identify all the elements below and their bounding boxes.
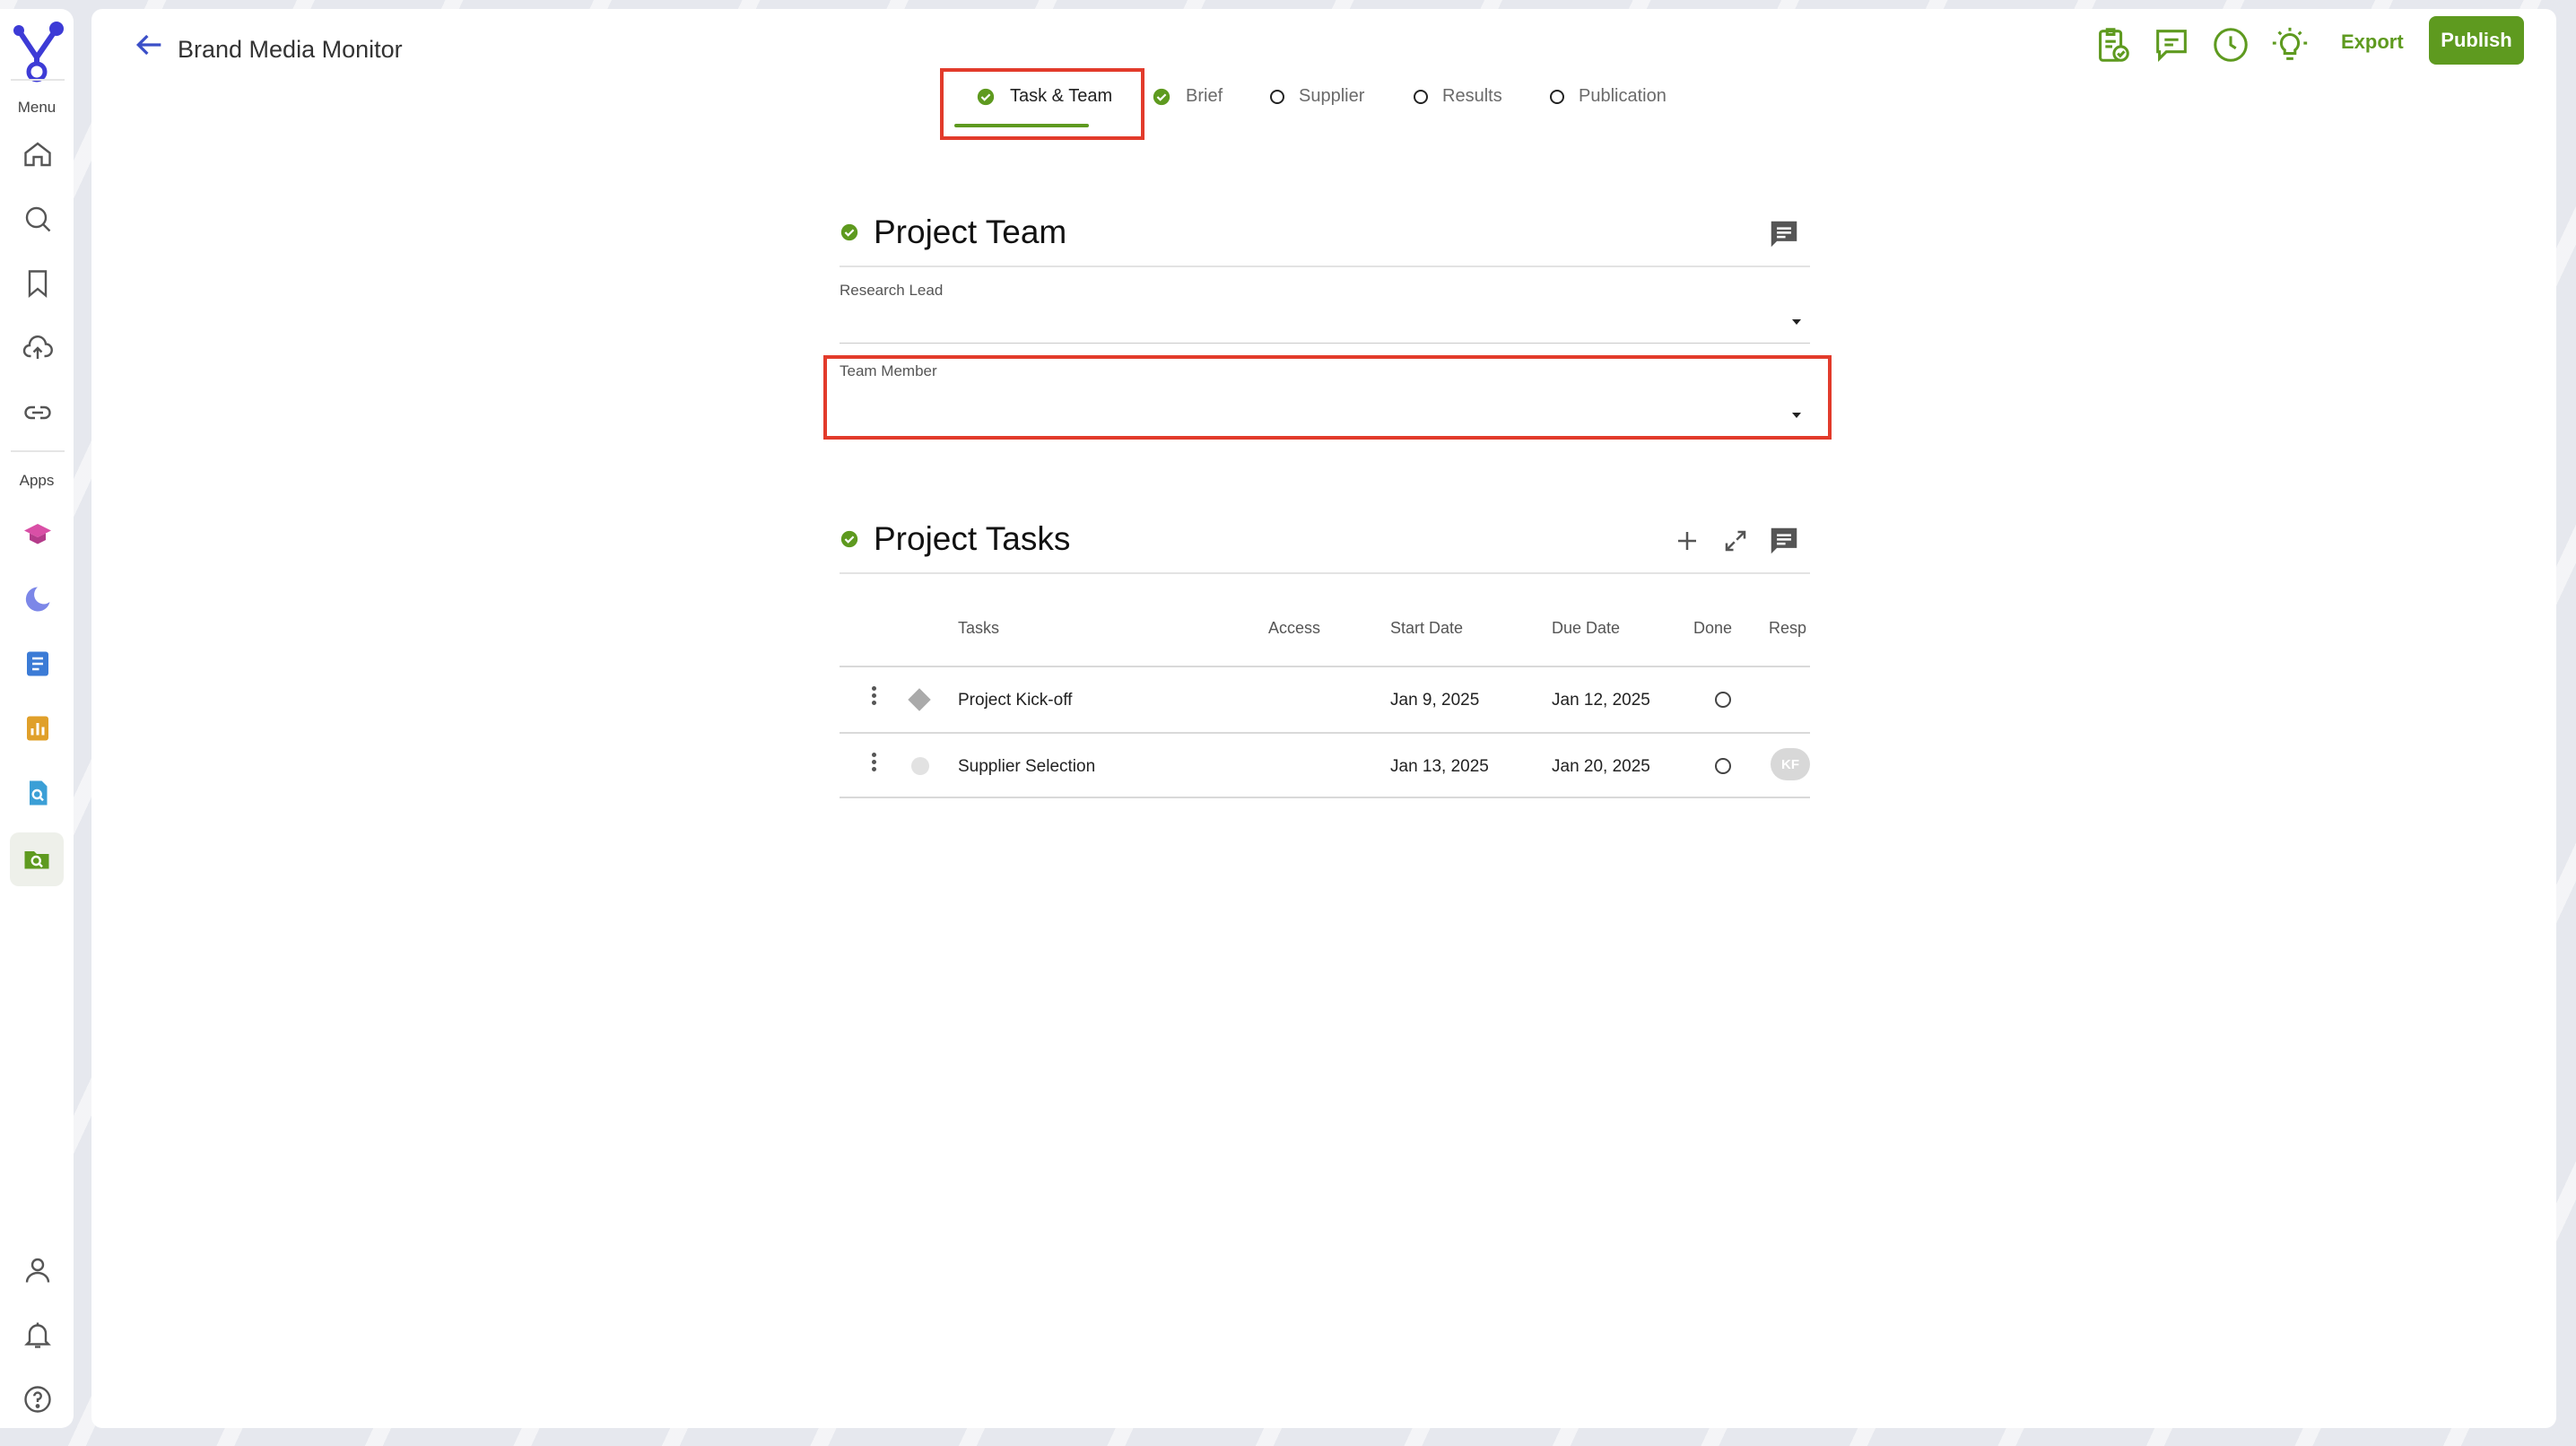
status-dot-icon [911, 757, 929, 775]
empty-circle-icon [1414, 89, 1428, 104]
clipboard-check-icon[interactable] [2092, 24, 2133, 65]
app-logo-icon[interactable] [10, 22, 65, 84]
comment-icon[interactable] [2151, 24, 2192, 65]
menu-label: Menu [17, 99, 57, 116]
chevron-down-icon[interactable] [1792, 319, 1801, 325]
export-button[interactable]: Export [2341, 30, 2404, 54]
document-list-app-icon[interactable] [20, 646, 56, 682]
check-circle-icon [1153, 88, 1171, 105]
tab-label: Supplier [1299, 86, 1365, 106]
publish-button[interactable]: Publish [2429, 16, 2524, 65]
empty-circle-icon [1270, 89, 1284, 104]
check-circle-icon [840, 530, 858, 548]
tab-label: Brief [1186, 86, 1223, 106]
section-title: Project Team [874, 213, 1067, 250]
column-header-access[interactable]: Access [1268, 619, 1320, 638]
apps-label: Apps [19, 472, 55, 489]
task-due-date[interactable]: Jan 20, 2025 [1552, 757, 1650, 777]
folder-search-app-icon[interactable] [10, 832, 64, 886]
graduation-cap-app-icon[interactable] [20, 517, 56, 553]
row-divider [840, 797, 1810, 798]
tab-label: Results [1442, 86, 1502, 106]
done-checkbox[interactable] [1715, 692, 1731, 708]
tab-supplier[interactable]: Supplier [1270, 86, 1364, 107]
file-search-app-icon[interactable] [20, 775, 56, 811]
sidebar-divider [11, 79, 65, 81]
expand-icon[interactable] [1717, 522, 1754, 560]
home-icon[interactable] [20, 136, 56, 172]
done-checkbox[interactable] [1715, 758, 1731, 774]
comment-icon[interactable] [1765, 215, 1803, 253]
back-arrow-icon[interactable] [131, 27, 167, 63]
empty-circle-icon [1550, 89, 1564, 104]
task-name[interactable]: Supplier Selection [958, 757, 1095, 777]
sidebar-divider [11, 450, 65, 452]
main-panel: Brand Media Monitor Export Publish Task … [91, 9, 2556, 1428]
divider [840, 572, 1810, 574]
highlight-team-member [823, 355, 1832, 440]
add-icon[interactable] [1668, 522, 1706, 560]
search-icon[interactable] [20, 201, 56, 237]
milestone-diamond-icon [908, 688, 931, 711]
task-due-date[interactable]: Jan 12, 2025 [1552, 691, 1650, 710]
column-header-tasks[interactable]: Tasks [958, 619, 999, 638]
tab-label: Publication [1579, 86, 1667, 106]
column-header-resp[interactable]: Resp [1769, 619, 1806, 638]
sidebar: Menu Apps [0, 9, 74, 1428]
task-start-date[interactable]: Jan 13, 2025 [1390, 757, 1489, 777]
column-header-due-date[interactable]: Due Date [1552, 619, 1620, 638]
more-vertical-icon[interactable] [872, 750, 877, 774]
tab-results[interactable]: Results [1414, 86, 1502, 107]
avatar-initials: KF [1771, 748, 1810, 780]
research-lead-select[interactable] [840, 305, 1810, 352]
table-row[interactable]: Supplier Selection Jan 13, 2025 Jan 20, … [840, 734, 1810, 798]
table-row[interactable]: Project Kick-off Jan 9, 2025 Jan 12, 202… [840, 667, 1810, 732]
bookmark-icon[interactable] [20, 266, 56, 301]
help-icon[interactable] [20, 1381, 56, 1417]
page-title: Brand Media Monitor [178, 36, 403, 63]
link-icon[interactable] [20, 395, 56, 431]
task-start-date[interactable]: Jan 9, 2025 [1390, 691, 1479, 710]
project-tasks-heading: Project Tasks [840, 520, 1070, 558]
field-underline [840, 343, 1810, 344]
task-name[interactable]: Project Kick-off [958, 691, 1072, 710]
highlight-task-team [940, 68, 1144, 140]
tab-publication[interactable]: Publication [1550, 86, 1667, 107]
research-lead-label: Research Lead [840, 282, 944, 299]
clock-icon[interactable] [2210, 24, 2251, 65]
section-title: Project Tasks [874, 520, 1071, 557]
avatar[interactable]: KF [1771, 748, 1810, 780]
column-header-done[interactable]: Done [1693, 619, 1732, 638]
column-header-start-date[interactable]: Start Date [1390, 619, 1463, 638]
check-circle-icon [840, 223, 858, 241]
bell-icon[interactable] [20, 1317, 56, 1353]
moon-app-icon[interactable] [20, 581, 56, 617]
comment-icon[interactable] [1765, 522, 1803, 560]
bar-chart-app-icon[interactable] [20, 710, 56, 746]
user-icon[interactable] [20, 1252, 56, 1288]
project-team-heading: Project Team [840, 213, 1066, 251]
lightbulb-icon[interactable] [2269, 24, 2311, 65]
upload-cloud-icon[interactable] [20, 330, 56, 366]
more-vertical-icon[interactable] [872, 684, 877, 708]
tab-brief[interactable]: Brief [1152, 86, 1223, 107]
divider [840, 266, 1810, 267]
